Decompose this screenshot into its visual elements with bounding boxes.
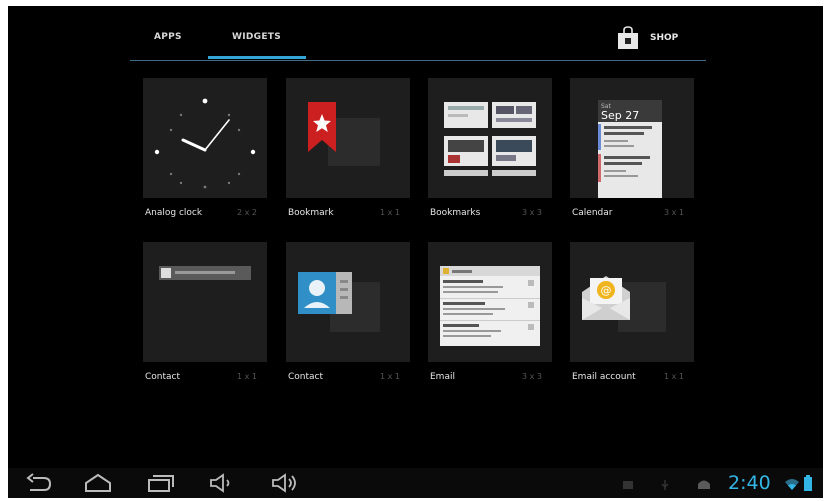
home-icon[interactable]: [84, 472, 112, 494]
widget-analog-clock[interactable]: Analog clock 2 x 2: [143, 78, 267, 228]
volume-up-icon[interactable]: [270, 472, 300, 494]
widget-size: 2 x 2: [237, 208, 257, 217]
shop-button[interactable]: SHOP: [616, 26, 706, 50]
analog-clock-icon: [154, 98, 256, 189]
recent-apps-icon[interactable]: [146, 472, 174, 494]
widget-name: Contact: [288, 372, 324, 382]
screen: APPS WIDGETS SHOP Analog clock 2 x 2 Boo…: [8, 6, 823, 498]
tab-bar: APPS WIDGETS SHOP: [8, 6, 823, 64]
tab-widgets[interactable]: WIDGETS: [232, 32, 281, 42]
widget-preview: [428, 78, 552, 198]
screenshot-notification-icon[interactable]: [622, 479, 634, 491]
tab-divider: [130, 60, 706, 61]
widget-bookmarks[interactable]: Bookmarks 3 x 3: [428, 78, 552, 228]
widget-bookmark[interactable]: Bookmark 1 x 1: [286, 78, 410, 228]
widget-size: 1 x 1: [237, 372, 257, 381]
system-nav-bar: 2:40: [8, 468, 823, 498]
bookmark-icon: [308, 102, 380, 166]
android-debug-icon[interactable]: [696, 478, 712, 490]
widget-preview: [286, 78, 410, 198]
widget-preview: [286, 242, 410, 362]
shopping-bag-icon: [618, 26, 638, 49]
volume-down-icon[interactable]: [208, 472, 236, 494]
usb-notification-icon[interactable]: [660, 479, 670, 491]
active-tab-indicator: [208, 56, 306, 59]
widget-name: Calendar: [572, 208, 613, 218]
svg-text:@: @: [601, 284, 612, 297]
widget-preview: [143, 78, 267, 198]
widget-name: Analog clock: [145, 208, 203, 218]
widget-email[interactable]: Email 3 x 3: [428, 242, 552, 392]
widget-calendar[interactable]: Sat Sep 27 Calendar 3 x 1: [570, 78, 694, 228]
email-envelope-icon: @: [582, 276, 666, 332]
widget-preview: [428, 242, 552, 362]
widget-contact-direct[interactable]: Contact 1 x 1: [143, 242, 267, 392]
back-icon[interactable]: [24, 472, 52, 494]
widget-preview: Sat Sep 27: [570, 78, 694, 198]
widget-name: Contact: [145, 372, 181, 382]
widget-preview: @: [570, 242, 694, 362]
shop-label: SHOP: [650, 33, 679, 43]
bookmarks-grid-icon: [444, 102, 536, 176]
wifi-icon: [785, 479, 799, 490]
widget-name: Bookmarks: [430, 208, 481, 218]
email-preview-icon: [440, 266, 540, 346]
widget-size: 3 x 1: [664, 208, 684, 217]
calendar-date: Sep 27: [601, 109, 639, 122]
status-clock[interactable]: 2:40: [728, 472, 771, 494]
widget-name: Email account: [572, 372, 636, 382]
calendar-preview-icon: Sat Sep 27: [598, 100, 662, 198]
widget-contact[interactable]: Contact 1 x 1: [286, 242, 410, 392]
widget-size: 1 x 1: [380, 372, 400, 381]
widget-size: 1 x 1: [380, 208, 400, 217]
widget-preview: [143, 242, 267, 362]
tab-apps[interactable]: APPS: [154, 32, 182, 42]
widget-size: 1 x 1: [664, 372, 684, 381]
widget-size: 3 x 3: [522, 372, 542, 381]
contact-shortcut-icon: [159, 266, 251, 280]
battery-icon: [804, 475, 812, 491]
widget-name: Bookmark: [288, 208, 334, 218]
contact-card-icon: [298, 272, 380, 332]
widget-name: Email: [430, 372, 455, 382]
widget-email-account[interactable]: @ Email account 1 x 1: [570, 242, 694, 392]
widget-size: 3 x 3: [522, 208, 542, 217]
